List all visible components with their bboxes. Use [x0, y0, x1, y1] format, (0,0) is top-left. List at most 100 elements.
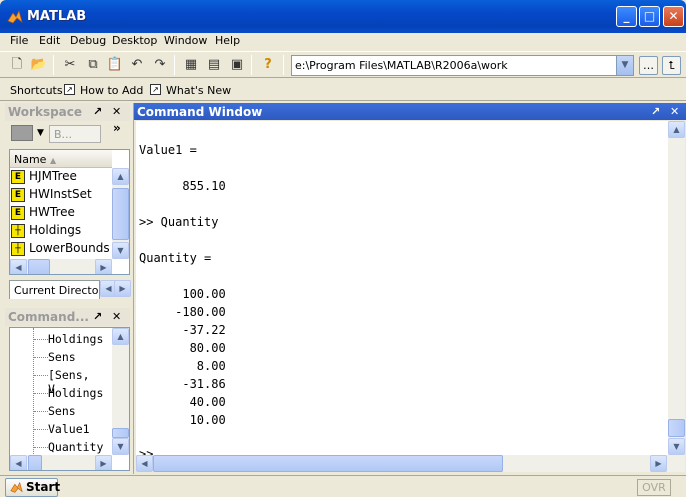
undock-icon[interactable]: ↗	[93, 105, 102, 118]
status-bar: Start OVR	[0, 475, 686, 497]
menu-help[interactable]: Help	[215, 34, 240, 47]
struct-icon: E	[11, 170, 25, 184]
browse-button[interactable]: …	[639, 56, 658, 75]
output-line: Value1 =	[139, 143, 197, 157]
start-button[interactable]: Start	[5, 478, 61, 497]
close-button[interactable]: ✕	[663, 6, 684, 27]
history-title-bar: Command... ↗ ✕	[5, 308, 130, 326]
whats-new-link[interactable]: What's New	[166, 84, 231, 97]
workspace-list: Name ▲ E HJMTree E HWInstSet E HWTree ┼ …	[9, 149, 130, 275]
scroll-down-icon[interactable]: ▼	[112, 438, 129, 455]
scroll-up-icon[interactable]: ▲	[668, 121, 685, 138]
command-window-output[interactable]: Value1 = 855.10 >> Quantity Quantity = 1…	[136, 121, 669, 455]
history-hscroll[interactable]: ◀ ▶	[10, 455, 112, 470]
scroll-thumb[interactable]	[28, 455, 42, 470]
command-window-vscroll[interactable]: ▲ ▼	[668, 121, 685, 455]
workspace-item-name: Holdings	[29, 223, 82, 237]
start-label: Start	[26, 480, 61, 494]
close-panel-icon[interactable]: ✕	[112, 105, 121, 118]
workspace-item[interactable]: ┼ LowerBounds	[10, 240, 110, 258]
workspace-item[interactable]: E HWTree	[10, 204, 110, 222]
scroll-left-icon[interactable]: ◀	[10, 455, 27, 470]
up-folder-button[interactable]: ⮤	[662, 56, 681, 75]
scroll-up-icon[interactable]: ▲	[112, 168, 129, 185]
sort-ascending-icon: ▲	[49, 156, 57, 165]
scroll-right-icon[interactable]: ▶	[95, 455, 112, 470]
menu-bar: File Edit Debug Desktop Window Help	[0, 33, 686, 50]
undock-icon[interactable]: ↗	[93, 310, 102, 323]
more-chevron-icon[interactable]: »	[113, 121, 121, 135]
history-vscroll[interactable]: ▲ ▼	[112, 328, 129, 455]
workspace-item[interactable]: E HWInstSet	[10, 186, 110, 204]
copy-icon[interactable]: ⧉	[84, 56, 102, 74]
current-directory-value: e:\Program Files\MATLAB\R2006a\work	[295, 59, 508, 72]
history-item-text: Quantity	[48, 440, 104, 454]
scroll-left-icon[interactable]: ◀	[10, 259, 27, 274]
scroll-thumb[interactable]	[112, 188, 129, 240]
menu-edit[interactable]: Edit	[39, 34, 60, 47]
output-line: 100.00	[139, 287, 226, 301]
scroll-right-icon[interactable]: ▶	[95, 259, 112, 274]
toolbar-separator	[53, 55, 54, 75]
redo-icon[interactable]: ↷	[151, 56, 169, 74]
output-line: 855.10	[139, 179, 226, 193]
current-directory-tab[interactable]: Current Directory	[9, 280, 100, 299]
workspace-hscroll[interactable]: ◀ ▶	[10, 259, 112, 274]
undock-icon[interactable]: ↗	[651, 105, 660, 118]
maximize-button[interactable]: □	[639, 6, 660, 27]
open-folder-icon[interactable]: 📂	[30, 56, 48, 74]
toolbar-separator	[174, 55, 175, 75]
matrix-icon: ┼	[11, 224, 25, 238]
menu-file[interactable]: File	[10, 34, 28, 47]
workspace-vscroll[interactable]: ▲ ▼	[112, 168, 129, 259]
output-line: 10.00	[139, 413, 226, 427]
profiler-icon[interactable]: ▣	[228, 56, 246, 74]
shortcuts-label[interactable]: Shortcuts	[10, 84, 63, 97]
command-prompt: >>	[139, 447, 154, 455]
menu-desktop[interactable]: Desktop	[112, 34, 157, 47]
output-line: Quantity =	[139, 251, 212, 265]
paste-icon[interactable]: 📋	[106, 56, 124, 74]
matrix-icon: ┼	[11, 242, 25, 256]
scroll-thumb[interactable]	[668, 419, 685, 437]
scroll-down-icon[interactable]: ▼	[112, 242, 129, 259]
command-window-title-bar: Command Window ↗ ✕	[134, 103, 686, 120]
new-file-icon[interactable]: 🗋	[8, 56, 26, 74]
stack-icon[interactable]	[11, 125, 33, 141]
scroll-left-icon[interactable]: ◀	[136, 455, 153, 472]
chevron-down-icon[interactable]: ▼	[616, 56, 633, 75]
tree-line	[33, 328, 34, 456]
close-panel-icon[interactable]: ✕	[670, 105, 679, 118]
stack-select[interactable]: B...	[49, 125, 101, 143]
simulink-icon[interactable]: ▦	[182, 56, 200, 74]
menu-debug[interactable]: Debug	[70, 34, 106, 47]
chevron-down-icon[interactable]: ▼	[37, 128, 44, 138]
history-item-text: Holdings	[48, 386, 104, 400]
scroll-thumb[interactable]	[153, 455, 503, 472]
workspace-item[interactable]: E HJMTree	[10, 168, 110, 186]
command-window-hscroll[interactable]: ◀ ▶	[136, 455, 685, 472]
history-item-text: Value1	[48, 422, 90, 436]
minimize-button[interactable]: _	[616, 6, 637, 27]
shortcut-icon: ↗	[64, 84, 75, 95]
scroll-up-icon[interactable]: ▲	[112, 328, 129, 345]
how-to-add-link[interactable]: How to Add	[80, 84, 143, 97]
name-column-header[interactable]: Name ▲	[10, 150, 112, 168]
scroll-thumb[interactable]	[28, 259, 50, 274]
help-icon[interactable]: ?	[259, 56, 277, 74]
menu-window[interactable]: Window	[164, 34, 207, 47]
output-line: >> Quantity	[139, 215, 219, 229]
workspace-title: Workspace	[8, 105, 83, 119]
close-panel-icon[interactable]: ✕	[112, 310, 121, 323]
current-directory-field[interactable]: e:\Program Files\MATLAB\R2006a\work ▼	[291, 55, 634, 76]
scroll-down-icon[interactable]: ▼	[668, 438, 685, 455]
shortcuts-bar: Shortcuts ↗ How to Add ↗ What's New	[0, 79, 686, 101]
guide-icon[interactable]: ▤	[205, 56, 223, 74]
cut-icon[interactable]: ✂	[61, 56, 79, 74]
scroll-right-icon[interactable]: ▶	[650, 455, 667, 472]
workspace-item[interactable]: ┼ Holdings	[10, 222, 110, 240]
shortcut-icon: ↗	[150, 84, 161, 95]
scroll-thumb[interactable]	[112, 428, 129, 438]
tab-scroll-right-icon[interactable]: ▶	[114, 280, 131, 297]
undo-icon[interactable]: ↶	[128, 56, 146, 74]
